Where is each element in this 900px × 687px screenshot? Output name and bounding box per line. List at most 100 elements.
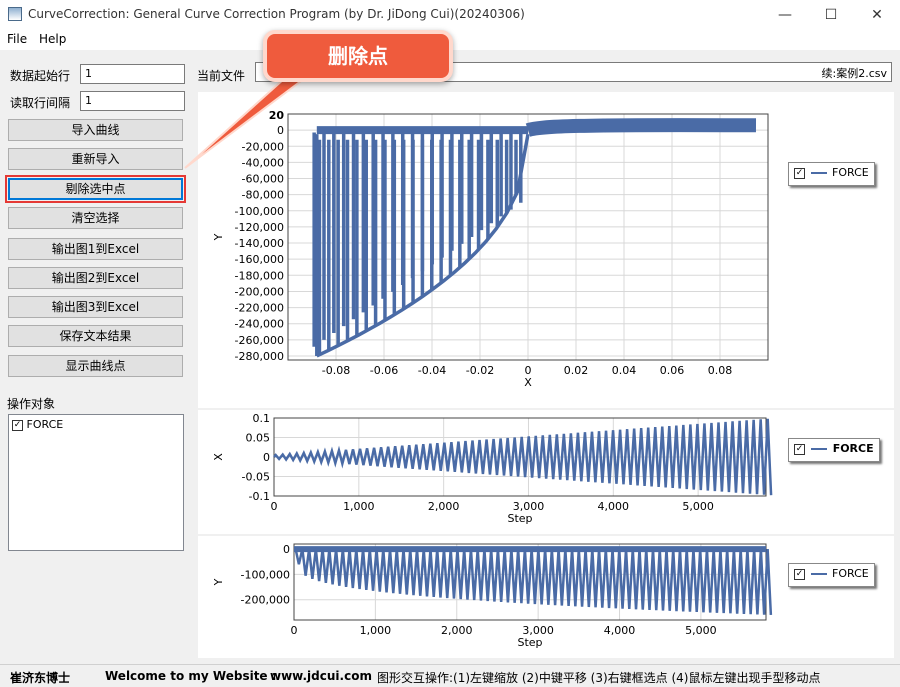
status-welcome: Welcome to my Website :: [105, 669, 277, 683]
y-tick-label: 0.1: [253, 412, 271, 425]
legend-line-icon: [810, 573, 827, 575]
y-tick-label: -160,000: [235, 253, 284, 266]
objects-list: ✓ FORCE: [8, 414, 184, 551]
y-tick-label: -0.05: [242, 471, 270, 484]
app-icon: [8, 7, 22, 21]
x-tick-label: 1,000: [343, 500, 375, 513]
y-tick-label: -240,000: [235, 318, 284, 331]
x-tick-label: 5,000: [682, 500, 714, 513]
legend-label: FORCE: [832, 442, 874, 455]
list-item-label: FORCE: [26, 418, 64, 431]
menu-help[interactable]: Help: [39, 32, 66, 46]
x-tick-label: -0.08: [322, 364, 350, 377]
reimport-button[interactable]: 重新导入: [8, 148, 183, 170]
chart-2-legend: ✓ FORCE: [788, 438, 880, 462]
chart-3-panel: 0 1,000 2,000 3,000 4,000 5,000 0 -100,000 -200,…: [198, 536, 894, 658]
y-tick-label: -100,000: [235, 205, 284, 218]
chart-1[interactable]: -0.08 -0.06 -0.04 -0.02 0 0.02 0.04 0.06 0.080-2…: [198, 92, 894, 408]
x-tick-label: -0.06: [370, 364, 398, 377]
chart-2-panel: 0 1,000 2,000 3,000 4,000 5,000 0.1 0.05 0 -0.05-…: [198, 410, 894, 534]
y-tick-label: 0.05: [246, 432, 271, 445]
status-website-link[interactable]: www.jdcui.com: [270, 669, 372, 683]
x-tick-label: -0.04: [418, 364, 446, 377]
start-row-label: 数据起始行: [10, 69, 71, 83]
export-chart1-button[interactable]: 输出图1到Excel: [8, 238, 183, 260]
legend-line-icon: [810, 172, 827, 174]
data-band-positive: [525, 118, 757, 137]
x-tick-label: -0.02: [466, 364, 494, 377]
y-tick-label: -260,000: [235, 334, 284, 347]
chart-1-legend: ✓ FORCE: [788, 162, 875, 186]
chart-1-panel: -0.08 -0.06 -0.04 -0.02 0 0.02 0.04 0.06 0.08 0 -2…: [198, 92, 894, 408]
y-tick-label: -140,000: [235, 237, 284, 250]
chart-2[interactable]: 0 1,000 2,000 3,000 4,000 5,0000.10.050-0.05-…: [198, 410, 894, 534]
save-text-result-button[interactable]: 保存文本结果: [8, 325, 183, 347]
y-tick-label: -120,000: [235, 221, 284, 234]
x-tick-label: 0.02: [564, 364, 589, 377]
x-axis-label: Step: [507, 512, 532, 525]
x-tick-label: 1,000: [360, 624, 392, 637]
x-axis-label: Step: [517, 636, 542, 649]
y-tick-label: -280,000: [235, 350, 284, 363]
legend-line-icon: [810, 448, 827, 450]
x-tick-label: 0.08: [708, 364, 733, 377]
status-author: 崔济东博士: [10, 671, 71, 685]
y-tick-label: -80,000: [242, 189, 284, 202]
export-chart3-button[interactable]: 输出图3到Excel: [8, 296, 183, 318]
y-axis-label: Y: [212, 578, 225, 586]
chart-3[interactable]: 0 1,000 2,000 3,000 4,000 5,0000-100,000-200,…: [198, 536, 894, 658]
x-axis-label: X: [524, 376, 532, 389]
legend-label: FORCE: [832, 567, 869, 580]
current-file-label: 当前文件: [197, 69, 246, 83]
checkbox-icon[interactable]: ✓: [12, 419, 23, 431]
x-tick-label: 0.06: [660, 364, 685, 377]
y-tick-label: -40,000: [242, 156, 284, 169]
menu-file[interactable]: File: [7, 32, 27, 46]
export-chart2-button[interactable]: 输出图2到Excel: [8, 267, 183, 289]
chart-3-legend: ✓ FORCE: [788, 563, 875, 587]
minimize-button[interactable]: —: [762, 0, 808, 30]
y-tick-label: -200,000: [235, 285, 284, 298]
y-tick-label: 0: [283, 543, 290, 556]
y-tick-label: 0: [263, 451, 270, 464]
start-row-input[interactable]: 1: [80, 64, 185, 84]
y-tick-label: -60,000: [242, 173, 284, 186]
x-tick-label: 4,000: [604, 624, 636, 637]
callout-label: 删除点: [263, 30, 453, 82]
clear-selection-button[interactable]: 清空选择: [8, 207, 183, 229]
legend-label: FORCE: [832, 166, 869, 179]
highlight-box: [5, 175, 186, 203]
close-button[interactable]: ✕: [854, 0, 900, 30]
import-curve-button[interactable]: 导入曲线: [8, 119, 183, 141]
y-tick-label: -100,000: [241, 568, 290, 581]
list-item[interactable]: ✓ FORCE: [12, 418, 63, 431]
y-tick-label: -180,000: [235, 269, 284, 282]
y-tick-label: 0: [277, 124, 284, 137]
y-tick-label: -0.1: [249, 490, 270, 503]
y-tick-label: -200,000: [241, 594, 290, 607]
y-axis-label: Y: [212, 233, 225, 241]
row-interval-label: 读取行间隔: [10, 96, 71, 110]
legend-checkbox-icon[interactable]: ✓: [794, 443, 805, 455]
x-tick-label: 5,000: [685, 624, 717, 637]
show-curve-points-button[interactable]: 显示曲线点: [8, 355, 183, 377]
maximize-button[interactable]: ☐: [808, 0, 854, 30]
objects-label: 操作对象: [7, 397, 56, 411]
y-tick-label: -220,000: [235, 302, 284, 315]
x-tick-label: 4,000: [598, 500, 630, 513]
window-title: CurveCorrection: General Curve Correctio…: [28, 7, 525, 21]
x-tick-label: 2,000: [441, 624, 473, 637]
y-axis-label: X: [212, 453, 225, 461]
status-bar: 崔济东博士 Welcome to my Website : www.jdcui.…: [0, 664, 900, 687]
x-tick-label: 2,000: [428, 500, 460, 513]
y-tick-label-top: 20: [269, 109, 285, 122]
legend-checkbox-icon[interactable]: ✓: [794, 568, 805, 580]
x-tick-label: 0.04: [612, 364, 637, 377]
row-interval-input[interactable]: 1: [80, 91, 185, 111]
x-tick-label: 0: [291, 624, 298, 637]
x-tick-label: 0: [271, 500, 278, 513]
y-tick-label: -20,000: [242, 140, 284, 153]
legend-checkbox-icon[interactable]: ✓: [794, 167, 805, 179]
title-bar: CurveCorrection: General Curve Correctio…: [0, 0, 900, 30]
status-hint: 图形交互操作:(1)左键缩放 (2)中键平移 (3)右键框选点 (4)鼠标左键出…: [377, 671, 821, 685]
